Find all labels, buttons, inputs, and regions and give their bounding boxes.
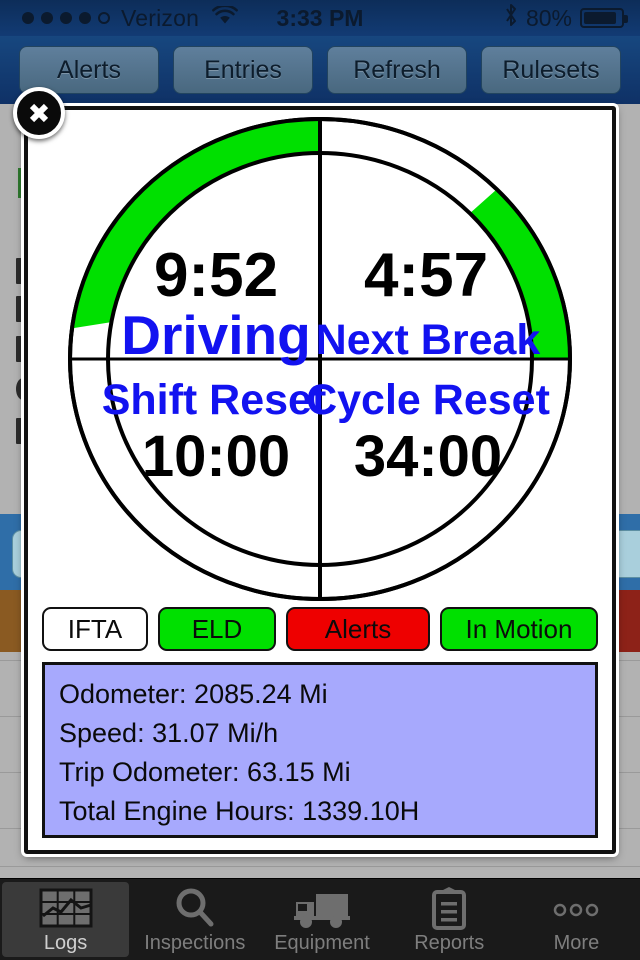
tab-reports-label: Reports <box>414 931 485 954</box>
total-engine-hours-line: Total Engine Hours: 1339.10H <box>59 796 420 826</box>
cycle-reset-label: Cycle Reset <box>306 376 550 424</box>
magnifier-icon <box>172 886 218 930</box>
status-right-group: 80% <box>504 3 628 33</box>
close-button[interactable] <box>13 87 65 139</box>
trip-odometer-line: Trip Odometer: 63.15 Mi <box>59 757 351 787</box>
tab-more[interactable]: More <box>513 879 640 960</box>
signal-dot <box>22 12 34 24</box>
shift-reset-time: 10:00 <box>142 424 290 489</box>
refresh-button[interactable]: Refresh <box>327 46 467 94</box>
tab-logs-label: Logs <box>43 931 88 954</box>
signal-dot <box>60 12 72 24</box>
alerts-pill[interactable]: Alerts <box>286 607 430 651</box>
hos-dial: 9:52 Driving 4:57 Next Break Shift Reset… <box>28 116 612 602</box>
shift-reset-label: Shift Reset <box>102 376 327 424</box>
driving-time: 9:52 <box>154 241 278 310</box>
signal-dot <box>79 12 91 24</box>
ifta-pill[interactable]: IFTA <box>42 607 148 651</box>
battery-icon <box>580 8 628 28</box>
rulesets-button[interactable]: Rulesets <box>481 46 621 94</box>
speed-line: Speed: 31.07 Mi/h <box>59 718 279 748</box>
tab-equipment[interactable]: Equipment <box>258 879 385 960</box>
tab-logs[interactable]: Logs <box>2 882 130 957</box>
entries-button[interactable]: Entries <box>173 46 313 94</box>
chart-grid-icon <box>39 886 93 930</box>
carrier-label: Verizon <box>121 4 200 31</box>
cycle-reset-time: 34:00 <box>354 424 502 489</box>
top-toolbar: Alerts Entries Refresh Rulesets <box>0 36 640 104</box>
wifi-icon <box>212 4 239 31</box>
battery-percent-label: 80% <box>525 4 572 31</box>
clipboard-icon <box>429 886 469 930</box>
eld-pill[interactable]: ELD <box>158 607 276 651</box>
bottom-tab-bar: Logs Inspections Equipment Reports More <box>0 878 640 960</box>
truck-icon <box>292 886 352 930</box>
next-break-label: Next Break <box>316 316 541 364</box>
carrier-group: Verizon <box>22 4 239 32</box>
vehicle-info-panel: Odometer: 2085.24 Mi Speed: 31.07 Mi/h T… <box>42 662 598 838</box>
in-motion-pill[interactable]: In Motion <box>440 607 598 651</box>
tab-more-label: More <box>553 931 600 954</box>
signal-dot <box>41 12 53 24</box>
bg-row-divider <box>0 866 640 867</box>
close-icon <box>26 100 52 126</box>
odometer-line: Odometer: 2085.24 Mi <box>59 679 328 709</box>
status-pill-row: IFTA ELD Alerts In Motion <box>42 606 598 652</box>
signal-dot-empty <box>98 12 110 24</box>
tab-inspections-label: Inspections <box>144 931 246 954</box>
tab-reports[interactable]: Reports <box>386 879 513 960</box>
ellipsis-icon <box>548 886 604 930</box>
tab-equipment-label: Equipment <box>274 931 370 954</box>
bluetooth-icon <box>504 3 518 33</box>
tab-inspections[interactable]: Inspections <box>131 879 258 960</box>
driving-label: Driving <box>121 304 310 366</box>
status-bar: Verizon 3:33 PM 80% <box>0 0 640 36</box>
hos-dial-svg: 9:52 Driving 4:57 Next Break Shift Reset… <box>68 117 572 601</box>
next-break-time: 4:57 <box>364 241 488 310</box>
hos-status-modal: 9:52 Driving 4:57 Next Break Shift Reset… <box>24 106 616 854</box>
